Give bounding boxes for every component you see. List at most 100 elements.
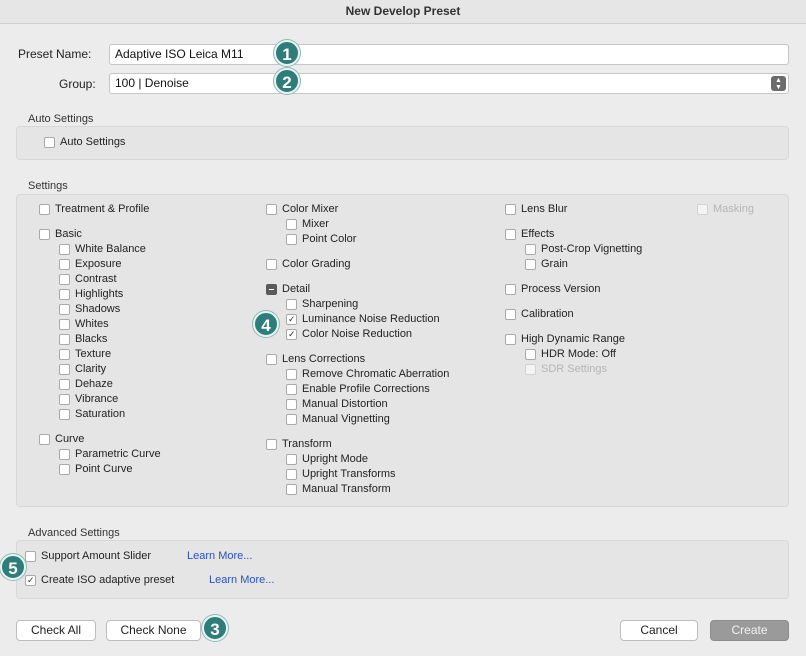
checkbox-icon <box>59 378 70 390</box>
lens-corrections-checkbox[interactable]: Lens Corrections <box>266 352 365 366</box>
color-noise-reduction-checkbox[interactable]: Color Noise Reduction <box>286 327 412 341</box>
basic-label: Basic <box>55 228 82 240</box>
check-all-button[interactable]: Check All <box>16 620 96 641</box>
basic-item-checkbox[interactable]: Texture <box>59 347 111 361</box>
basic-item-label: Saturation <box>75 408 126 420</box>
hdr-checkbox[interactable]: High Dynamic Range <box>505 332 625 346</box>
basic-item-label: Highlights <box>75 288 124 300</box>
basic-item-checkbox[interactable]: White Balance <box>59 242 146 256</box>
lens-item-label: Enable Profile Corrections <box>302 383 430 395</box>
learn-more-link-support[interactable]: Learn More... <box>187 550 252 562</box>
curve-checkbox[interactable]: Curve <box>39 432 84 446</box>
transform-item-checkbox[interactable]: Upright Transforms <box>286 467 396 481</box>
basic-item-checkbox[interactable]: Dehaze <box>59 377 113 391</box>
basic-item-checkbox[interactable]: Clarity <box>59 362 106 376</box>
auto-settings-checkbox[interactable]: Auto Settings <box>44 135 125 149</box>
luminance-noise-reduction-checkbox[interactable]: Luminance Noise Reduction <box>286 312 440 326</box>
checkbox-icon <box>59 363 70 375</box>
auto-settings-checkbox-label: Auto Settings <box>60 136 126 148</box>
color-noise-reduction-label: Color Noise Reduction <box>302 328 413 340</box>
transform-item-label: Manual Transform <box>302 483 391 495</box>
curve-item-checkbox[interactable]: Parametric Curve <box>59 447 161 461</box>
basic-checkbox[interactable]: Basic <box>39 227 82 241</box>
effects-item-checkbox[interactable]: Grain <box>525 257 568 271</box>
annotation-badge-4: 4 <box>253 311 279 337</box>
basic-item-checkbox[interactable]: Vibrance <box>59 392 118 406</box>
checkbox-icon <box>505 283 516 295</box>
checkbox-icon <box>525 348 536 360</box>
checkbox-icon <box>59 408 70 420</box>
effects-checkbox[interactable]: Effects <box>505 227 554 241</box>
effects-item-label: Grain <box>541 258 568 270</box>
checkbox-icon <box>286 233 297 245</box>
window-title: New Develop Preset <box>0 0 806 24</box>
lens-blur-checkbox[interactable]: Lens Blur <box>505 202 567 216</box>
basic-item-checkbox[interactable]: Exposure <box>59 257 121 271</box>
checkbox-icon <box>505 308 516 320</box>
basic-item-checkbox[interactable]: Highlights <box>59 287 123 301</box>
checkbox-icon <box>59 273 70 285</box>
curve-label: Curve <box>55 433 85 445</box>
basic-item-checkbox[interactable]: Contrast <box>59 272 117 286</box>
basic-item-checkbox[interactable]: Whites <box>59 317 109 331</box>
group-select[interactable]: 100 | Denoise ▲ ▼ <box>109 73 789 94</box>
create-button[interactable]: Create <box>710 620 789 641</box>
curve-item-label: Point Curve <box>75 463 133 475</box>
preset-name-label: Preset Name: <box>18 47 92 61</box>
luminance-noise-reduction-label: Luminance Noise Reduction <box>302 313 440 325</box>
process-version-checkbox[interactable]: Process Version <box>505 282 600 296</box>
curve-item-checkbox[interactable]: Point Curve <box>59 462 132 476</box>
checkbox-icon <box>59 243 70 255</box>
checkbox-icon <box>266 353 277 365</box>
iso-adaptive-label: Create ISO adaptive preset <box>41 574 175 586</box>
checkbox-icon <box>505 333 516 345</box>
checkbox-icon <box>39 228 50 240</box>
learn-more-link-iso[interactable]: Learn More... <box>209 574 274 586</box>
color-mixer-item-checkbox[interactable]: Point Color <box>286 232 356 246</box>
color-mixer-checkbox[interactable]: Color Mixer <box>266 202 338 216</box>
checkbox-icon <box>59 333 70 345</box>
preset-name-input[interactable]: Adaptive ISO Leica M11 <box>109 44 789 65</box>
detail-label: Detail <box>282 283 311 295</box>
lens-item-checkbox[interactable]: Remove Chromatic Aberration <box>286 367 449 381</box>
checkmark-icon <box>286 328 297 340</box>
basic-item-checkbox[interactable]: Blacks <box>59 332 107 346</box>
cancel-button[interactable]: Cancel <box>620 620 698 641</box>
lens-item-checkbox[interactable]: Enable Profile Corrections <box>286 382 430 396</box>
checkbox-icon <box>39 433 50 445</box>
checkbox-icon <box>59 288 70 300</box>
checkbox-icon <box>505 203 516 215</box>
color-mixer-item-checkbox[interactable]: Mixer <box>286 217 329 231</box>
checkbox-icon <box>286 468 297 480</box>
lens-item-checkbox[interactable]: Manual Distortion <box>286 397 388 411</box>
support-amount-slider-checkbox[interactable]: Support Amount Slider <box>25 549 151 563</box>
basic-item-checkbox[interactable]: Saturation <box>59 407 125 421</box>
basic-item-checkbox[interactable]: Shadows <box>59 302 120 316</box>
iso-adaptive-checkbox[interactable]: Create ISO adaptive preset <box>25 573 174 587</box>
calibration-label: Calibration <box>521 308 574 320</box>
checkbox-icon <box>286 398 297 410</box>
sharpening-checkbox[interactable]: Sharpening <box>286 297 358 311</box>
hdr-mode-checkbox[interactable]: HDR Mode: Off <box>525 347 616 361</box>
auto-settings-title: Auto Settings <box>28 113 94 125</box>
effects-item-label: Post-Crop Vignetting <box>541 243 643 255</box>
lens-item-label: Manual Distortion <box>302 398 388 410</box>
transform-item-checkbox[interactable]: Manual Transform <box>286 482 391 496</box>
transform-item-label: Upright Mode <box>302 453 369 465</box>
calibration-checkbox[interactable]: Calibration <box>505 307 574 321</box>
sdr-settings-checkbox: SDR Settings <box>525 362 607 376</box>
transform-checkbox[interactable]: Transform <box>266 437 332 451</box>
detail-checkbox[interactable]: Detail <box>266 282 310 296</box>
group-label: Group: <box>59 77 96 91</box>
treatment-profile-checkbox[interactable]: Treatment & Profile <box>39 202 149 216</box>
lens-item-checkbox[interactable]: Manual Vignetting <box>286 412 390 426</box>
check-none-button[interactable]: Check None <box>106 620 201 641</box>
basic-item-label: Blacks <box>75 333 108 345</box>
checkbox-icon <box>266 258 277 270</box>
effects-item-checkbox[interactable]: Post-Crop Vignetting <box>525 242 642 256</box>
checkbox-icon <box>59 448 70 460</box>
process-version-label: Process Version <box>521 283 601 295</box>
transform-item-checkbox[interactable]: Upright Mode <box>286 452 368 466</box>
color-grading-checkbox[interactable]: Color Grading <box>266 257 350 271</box>
basic-item-label: Shadows <box>75 303 121 315</box>
